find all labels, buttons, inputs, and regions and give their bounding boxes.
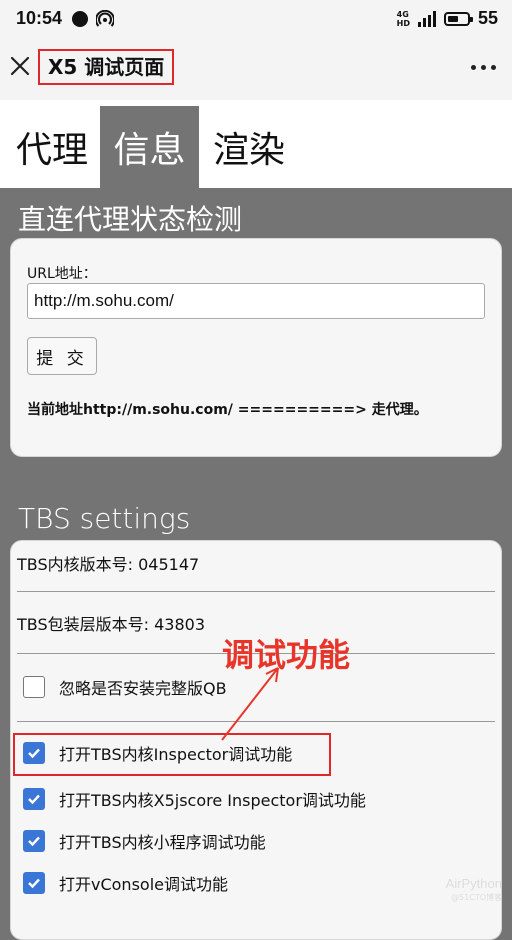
tbs-section-title: TBS settings — [18, 502, 191, 535]
option-label: 打开TBS内核Inspector调试功能 — [59, 745, 293, 764]
checkbox-checked[interactable] — [23, 830, 45, 852]
url-label: URL地址： — [27, 266, 97, 282]
tab-proxy[interactable]: 代理 — [12, 106, 92, 188]
divider — [17, 591, 495, 592]
check-icon — [28, 878, 40, 889]
info-panel: 直连代理状态检测 URL地址： 提 交 当前地址http://m.sohu.co… — [0, 188, 512, 940]
checkbox-checked[interactable] — [23, 742, 45, 764]
option-label: 打开vConsole调试功能 — [59, 875, 228, 894]
checkbox-unchecked[interactable] — [23, 676, 45, 698]
url-input[interactable] — [27, 283, 485, 319]
more-icon[interactable] — [471, 65, 496, 70]
title-bar: X5 调试页面 — [0, 38, 512, 100]
proxy-section-title: 直连代理状态检测 — [18, 203, 243, 236]
proxy-check-card: URL地址： 提 交 当前地址http://m.sohu.com/ ======… — [10, 238, 502, 457]
tab-bar: 代理 信息 渲染 — [0, 100, 512, 188]
tab-render[interactable]: 渲染 — [209, 106, 289, 188]
option-miniprogram-debug[interactable]: 打开TBS内核小程序调试功能 — [23, 829, 266, 853]
submit-button[interactable]: 提 交 — [27, 337, 97, 375]
status-time: 10:54 — [16, 8, 63, 28]
annotation-label: 调试功能 — [222, 636, 351, 674]
chat-notification-icon — [72, 11, 88, 27]
hotspot-icon — [96, 10, 114, 27]
option-vconsole[interactable]: 打开vConsole调试功能 — [23, 871, 228, 895]
checkbox-checked[interactable] — [23, 872, 45, 894]
page-title: X5 调试页面 — [38, 49, 175, 85]
status-bar: 10:54 4G HD 55 — [0, 0, 512, 38]
tbs-kernel-version: TBS内核版本号: 045147 — [17, 555, 200, 574]
tab-info[interactable]: 信息 — [100, 106, 199, 188]
option-label: 打开TBS内核小程序调试功能 — [59, 833, 266, 852]
battery-percent: 55 — [477, 8, 498, 28]
checkbox-checked[interactable] — [23, 788, 45, 810]
signal-icon — [417, 10, 436, 27]
tbs-wrapper-version: TBS包装层版本号: 43803 — [17, 615, 206, 634]
option-label: 忽略是否安装完整版QB — [59, 679, 227, 698]
option-label: 打开TBS内核X5jscore Inspector调试功能 — [59, 791, 366, 810]
battery-icon — [443, 11, 473, 26]
tbs-settings-card: TBS内核版本号: 045147 TBS包装层版本号: 43803 忽略是否安装… — [10, 540, 502, 940]
option-x5jscore-inspector[interactable]: 打开TBS内核X5jscore Inspector调试功能 — [23, 787, 366, 811]
proxy-status-text: 当前地址http://m.sohu.com/ ==========> 走代理。 — [27, 402, 428, 418]
divider — [17, 721, 495, 722]
watermark: AirPython @51CTO博客 — [446, 877, 502, 905]
option-ignore-qb[interactable]: 忽略是否安装完整版QB — [23, 675, 227, 699]
watermark-name: AirPython — [445, 876, 502, 891]
check-icon — [28, 836, 40, 847]
close-icon[interactable] — [4, 50, 36, 82]
check-icon — [28, 794, 40, 805]
check-icon — [28, 748, 40, 759]
network-type-label: 4G HD — [396, 9, 410, 28]
option-inspector[interactable]: 打开TBS内核Inspector调试功能 — [23, 741, 292, 765]
watermark-credit: @51CTO博客 — [451, 893, 502, 902]
